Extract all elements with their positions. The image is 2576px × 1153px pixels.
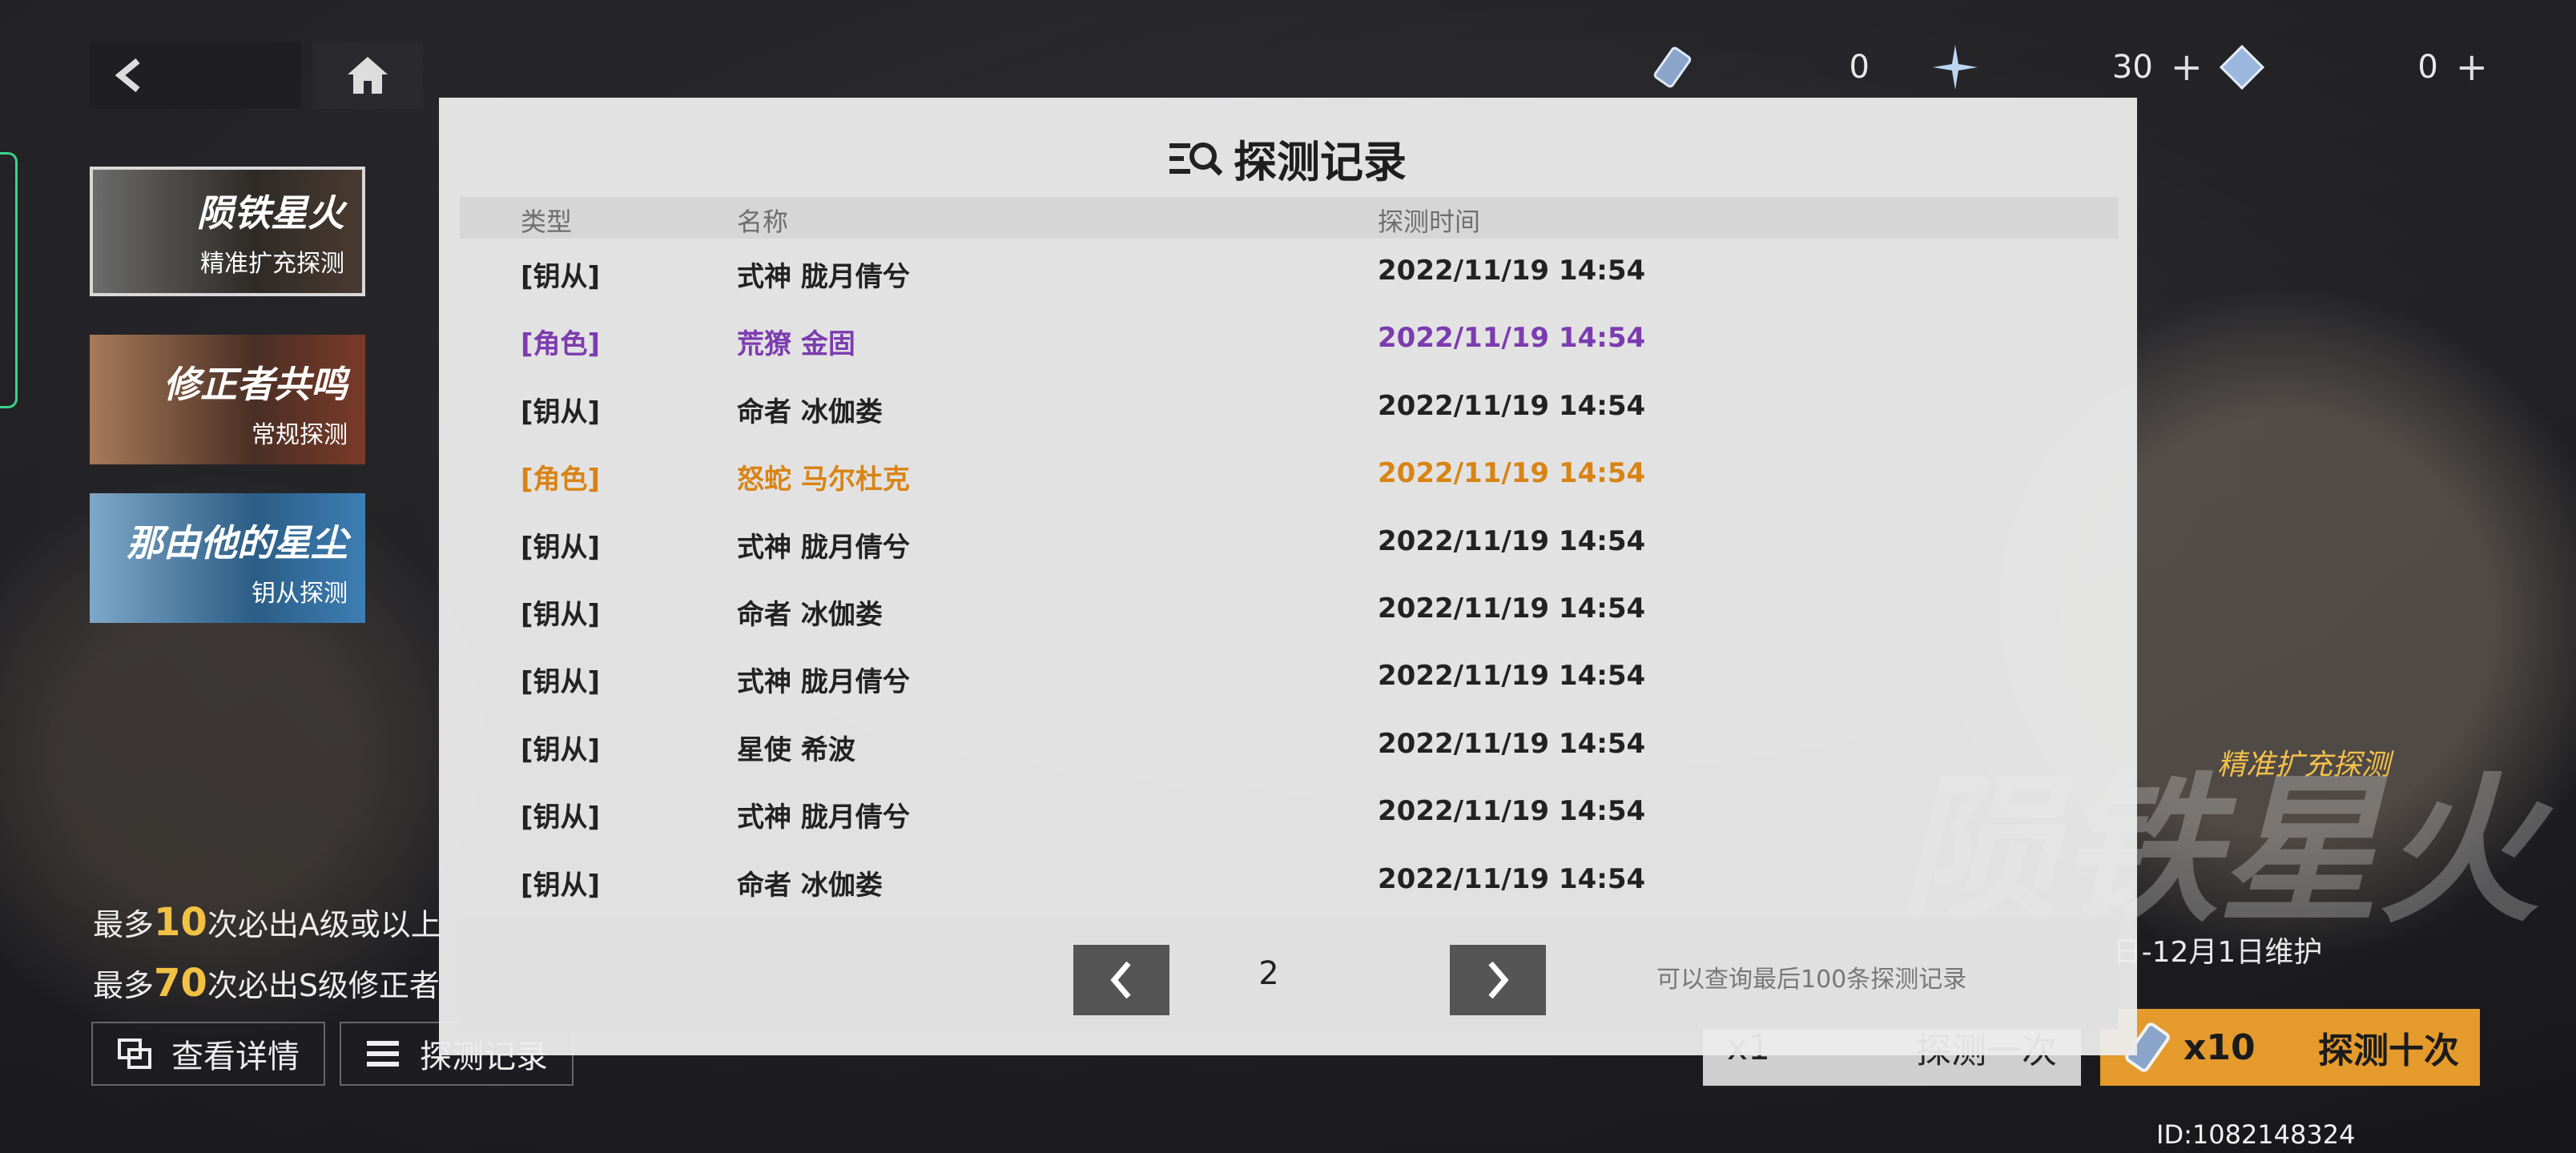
table-row: [钥从] 式神 胧月倩兮 2022/11/19 14:54 [460,779,2118,846]
record-name: 式神 胧月倩兮 [737,801,910,834]
banner-title: 那由他的星尘 [127,521,348,564]
add-crystal-button[interactable]: + [2456,45,2488,90]
prev-page-button[interactable] [1073,945,1169,1015]
modal-title: 探测记录 [439,127,2137,190]
table-row: [角色] 怒蛇 马尔杜克 2022/11/19 14:54 [460,441,2118,508]
record-time: 2022/11/19 14:54 [1378,660,1646,693]
record-name: 荒獠 金固 [737,328,855,361]
pull-ten-count: x10 [2184,1026,2256,1068]
record-type: [角色] [521,328,601,361]
table-row: [钥从] 命者 冰伽娄 2022/11/19 14:54 [460,847,2118,914]
banner-subtitle: 常规探测 [252,421,348,449]
resource-ticket: 0 [1648,42,1870,93]
records-modal: 探测记录 类型 名称 探测时间 [钥从] 式神 胧月倩兮 2022/11/19 14… [439,98,2137,1055]
table-row: [钥从] 式神 胧月倩兮 2022/11/19 14:54 [460,239,2118,306]
record-name: 命者 冰伽娄 [737,869,883,902]
table-header: 类型 名称 探测时间 [460,197,2118,239]
table-row: [钥从] 命者 冰伽娄 2022/11/19 14:54 [460,576,2118,644]
record-type: [钥从] [521,666,601,699]
add-star-shard-button[interactable]: + [2171,45,2203,90]
record-time: 2022/11/19 14:54 [1378,593,1646,625]
guarantee-number: 10 [154,900,207,945]
guarantee-s-rank: 最多70次必出S级修正者 [93,961,440,1006]
resource-crystal: 0 + [2217,42,2488,93]
table-row: [角色] 荒獠 金固 2022/11/19 14:54 [460,306,2118,373]
resource-star-shard: 30 + [1930,42,2203,93]
record-type: [钥从] [521,733,601,766]
guarantee-prefix: 最多 [93,968,155,1003]
record-time: 2022/11/19 14:54 [1378,862,1646,895]
record-name: 式神 胧月倩兮 [737,666,910,699]
pagination: 2 可以查询最后100条探测记录 [460,918,2118,1030]
modal-title-text: 探测记录 [1234,137,1407,187]
record-type: [钥从] [521,531,601,564]
chevron-right-icon [1488,961,1509,999]
star-shard-count: 30 [2111,49,2153,86]
pull-ten-cost: x10 [2121,1019,2256,1075]
details-icon [115,1034,154,1073]
banner-title: 修正者共鸣 [163,363,348,406]
record-search-icon [1169,139,1222,179]
back-button[interactable] [90,42,301,109]
crystal-count: 0 [2417,49,2438,86]
guarantee-a-rank: 最多10次必出A级或以上 [93,900,441,945]
record-name: 式神 胧月倩兮 [737,531,910,564]
next-page-button[interactable] [1450,945,1546,1015]
record-time: 2022/11/19 14:54 [1378,255,1646,287]
record-time: 2022/11/19 14:54 [1378,727,1646,760]
table-row: [钥从] 式神 胧月倩兮 2022/11/19 14:54 [460,509,2118,576]
record-name: 星使 希波 [737,733,855,766]
record-time: 2022/11/19 14:54 [1378,389,1646,422]
banner-meteor-sparks[interactable]: 陨铁星火 精准扩充探测 [90,167,365,296]
crystal-icon [2217,42,2267,92]
banner-subtitle: 钥从探测 [252,580,348,608]
guarantee-prefix: 最多 [93,907,155,942]
table-row: [钥从] 星使 希波 2022/11/19 14:54 [460,712,2118,779]
column-time: 探测时间 [1378,207,1481,237]
record-name: 式神 胧月倩兮 [737,261,910,293]
pull-ten-label: 探测十次 [2318,1030,2459,1071]
record-time: 2022/11/19 14:54 [1378,322,1646,355]
banner-subtitle: 精准扩充探测 [200,250,344,278]
table-row: [钥从] 式神 胧月倩兮 2022/11/19 14:54 [460,644,2118,711]
ticket-count: 0 [1849,49,1870,86]
side-rail [0,152,18,408]
star-shard-icon [1930,42,1980,92]
back-arrow-icon [115,58,140,93]
view-details-label: 查看详情 [171,1039,300,1075]
guarantee-suffix: 次必出A级或以上 [207,907,441,942]
record-type: [钥从] [521,869,601,902]
column-name: 名称 [737,207,789,237]
ticket-icon [1648,42,1698,92]
record-name: 命者 冰伽娄 [737,599,883,631]
home-button[interactable] [312,42,423,109]
view-details-button[interactable]: 查看详情 [91,1022,325,1086]
list-icon [364,1034,402,1073]
record-type: [钥从] [521,801,601,834]
guarantee-number: 70 [154,961,207,1006]
banner-corrector-resonance[interactable]: 修正者共鸣 常规探测 [90,335,365,464]
table-row: [钥从] 命者 冰伽娄 2022/11/19 14:54 [460,374,2118,441]
user-id: ID:1082148324 [2156,1119,2356,1150]
banner-title: 陨铁星火 [197,191,344,235]
guarantee-suffix: 次必出S级修正者 [207,968,440,1003]
column-type: 类型 [521,207,573,237]
record-type: [钥从] [521,261,601,293]
record-type: [钥从] [521,599,601,631]
record-type: [钥从] [521,396,601,428]
home-icon [348,57,388,94]
record-type: [角色] [521,464,601,496]
banner-stardust[interactable]: 那由他的星尘 钥从探测 [90,493,365,623]
pull-ten-button[interactable]: x10 探测十次 [2100,1009,2480,1086]
chevron-left-icon [1110,961,1131,999]
record-name: 怒蛇 马尔杜克 [737,464,910,496]
page-number: 2 [1258,955,1279,992]
records-limit-note: 可以查询最后100条探测记录 [1656,966,1967,994]
record-name: 命者 冰伽娄 [737,396,883,428]
record-time: 2022/11/19 14:54 [1378,457,1646,490]
record-time: 2022/11/19 14:54 [1378,524,1646,557]
record-time: 2022/11/19 14:54 [1378,795,1646,828]
